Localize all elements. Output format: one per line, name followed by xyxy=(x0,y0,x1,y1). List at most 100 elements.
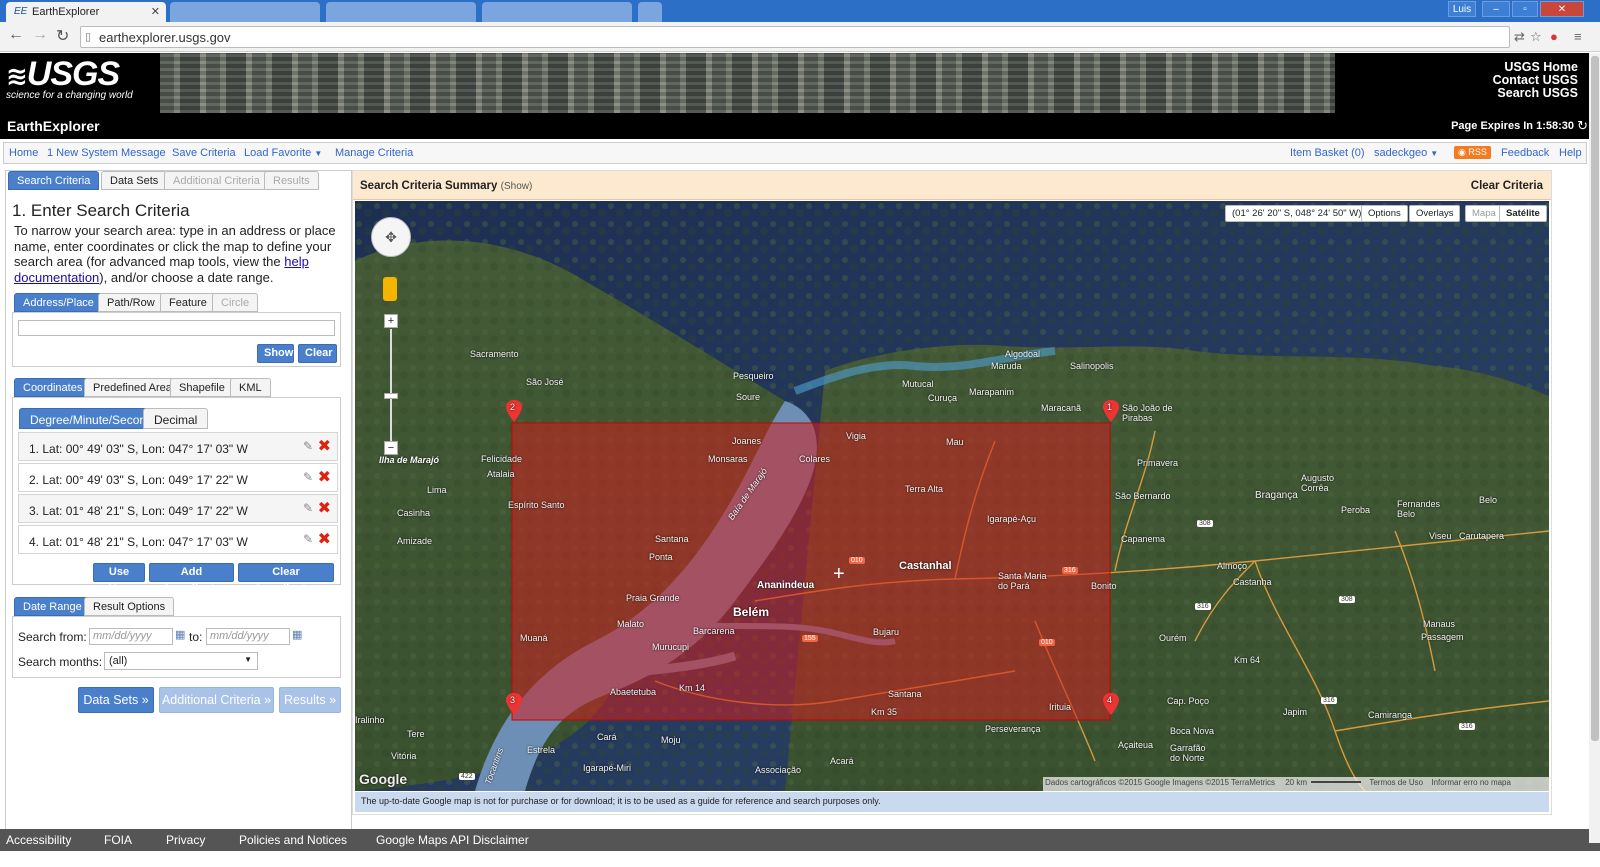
tab-date-range[interactable]: Date Range xyxy=(14,597,91,616)
browser-tab[interactable] xyxy=(326,2,476,22)
calendar-icon[interactable]: ▦ xyxy=(292,628,302,641)
close-tab-icon[interactable]: ✕ xyxy=(151,5,160,18)
zoom-out-icon[interactable]: − xyxy=(384,441,398,455)
edit-icon[interactable]: ✎ xyxy=(303,501,313,515)
bookmark-star-icon[interactable]: ☆ xyxy=(1530,29,1542,45)
tab-search-criteria[interactable]: Search Criteria xyxy=(8,171,100,190)
place-label: Barcarena xyxy=(693,626,735,636)
tab-result-options[interactable]: Result Options xyxy=(84,597,175,616)
add-coordinate-button[interactable]: Add Coordinate xyxy=(149,563,234,595)
show-button[interactable]: Show xyxy=(257,344,294,363)
delete-icon[interactable]: ✖ xyxy=(318,467,331,487)
tab-results[interactable]: Results xyxy=(264,171,319,190)
search-months-select[interactable]: (all) ▼ xyxy=(104,652,258,670)
tab-feature[interactable]: Feature xyxy=(160,293,216,312)
calendar-icon[interactable]: ▦ xyxy=(175,628,185,641)
forward-icon[interactable]: → xyxy=(32,26,48,44)
delete-icon[interactable]: ✖ xyxy=(318,498,331,518)
clear-criteria-link[interactable]: Clear Criteria xyxy=(1471,180,1543,192)
refresh-session-icon[interactable]: ↻ xyxy=(1577,118,1588,134)
tab-decimal[interactable]: Decimal xyxy=(143,408,209,429)
terms-link[interactable]: Termos de Uso xyxy=(1369,778,1423,787)
tab-additional-criteria[interactable]: Additional Criteria xyxy=(164,171,269,190)
tab-coordinates[interactable]: Coordinates xyxy=(14,378,92,397)
tab-predefined-area[interactable]: Predefined Area xyxy=(84,378,181,397)
clear-coordinates-button[interactable]: Clear Coordinates xyxy=(238,563,334,595)
nav-help[interactable]: Help xyxy=(1559,147,1582,159)
page-scrollbar-thumb[interactable] xyxy=(1591,56,1599,741)
address-bar[interactable]: ▯ earthexplorer.usgs.gov xyxy=(80,26,1510,48)
overlays-button[interactable]: Overlays xyxy=(1409,205,1461,222)
nav-home[interactable]: Home xyxy=(9,147,38,159)
footer-policies-link[interactable]: Policies and Notices xyxy=(239,833,347,847)
results-button[interactable]: Results » xyxy=(279,687,341,713)
nav-system-message[interactable]: 1 New System Message xyxy=(47,147,166,159)
tab-shapefile[interactable]: Shapefile xyxy=(170,378,234,397)
report-error-link[interactable]: Informar erro no mapa xyxy=(1431,778,1511,787)
tab-path-row[interactable]: Path/Row xyxy=(98,293,164,312)
delete-icon[interactable]: ✖ xyxy=(318,436,331,456)
app-title: EarthExplorer xyxy=(7,118,100,134)
nav-feedback[interactable]: Feedback xyxy=(1501,147,1549,159)
clear-button[interactable]: Clear xyxy=(298,344,337,363)
map-type-satelite-button[interactable]: Satélite xyxy=(1499,205,1547,222)
zoom-in-icon[interactable]: + xyxy=(384,314,398,328)
usgs-logo[interactable]: ≋USGS science for a changing world xyxy=(6,55,133,101)
nav-manage-criteria[interactable]: Manage Criteria xyxy=(335,147,413,159)
extension-icon[interactable]: ● xyxy=(1550,29,1558,44)
browser-tab[interactable] xyxy=(482,2,632,22)
tab-kml[interactable]: KML xyxy=(230,378,271,397)
zoom-slider-track[interactable] xyxy=(390,329,392,441)
google-logo[interactable]: Google xyxy=(359,771,407,787)
search-usgs-link[interactable]: Search USGS xyxy=(1493,87,1578,100)
options-button[interactable]: Options xyxy=(1361,205,1408,222)
new-tab-button[interactable] xyxy=(638,2,662,22)
tab-circle[interactable]: Circle xyxy=(212,293,259,312)
address-input[interactable] xyxy=(18,320,335,336)
data-sets-button[interactable]: Data Sets » xyxy=(78,687,154,713)
pan-control-icon[interactable]: ✥ xyxy=(371,217,411,257)
tab-address-place[interactable]: Address/Place xyxy=(14,293,103,312)
coordinate-row[interactable]: 3. Lat: 01° 48' 21" S, Lon: 049° 17' 22"… xyxy=(18,494,338,523)
map-canvas[interactable]: ✥ + − (01° 26' 20" S, 048° 24' 50" W) Op… xyxy=(355,201,1549,791)
edit-icon[interactable]: ✎ xyxy=(303,532,313,546)
menu-icon[interactable]: ≡ xyxy=(1574,29,1582,44)
nav-load-favorite[interactable]: Load Favorite ▼ xyxy=(244,147,322,159)
street-view-pegman-icon[interactable] xyxy=(383,277,397,301)
maximize-icon[interactable]: ▫ xyxy=(1512,1,1538,17)
tab-data-sets[interactable]: Data Sets xyxy=(101,171,168,190)
coordinate-row[interactable]: 2. Lat: 00° 49' 03" S, Lon: 049° 17' 22"… xyxy=(18,463,338,492)
place-label: Almoço xyxy=(1217,561,1248,571)
zoom-slider-handle[interactable] xyxy=(384,393,398,399)
delete-icon[interactable]: ✖ xyxy=(318,529,331,549)
additional-criteria-button[interactable]: Additional Criteria » xyxy=(159,687,274,713)
window-close-icon[interactable]: ✕ xyxy=(1540,1,1584,17)
footer-privacy-link[interactable]: Privacy xyxy=(166,833,205,847)
browser-tab-active[interactable]: EE EarthExplorer ✕ xyxy=(6,2,166,22)
nav-item-basket[interactable]: Item Basket (0) xyxy=(1290,147,1365,159)
place-label: Joanes xyxy=(732,436,762,446)
summary-show-link[interactable]: (Show) xyxy=(501,181,533,192)
coordinate-row[interactable]: 4. Lat: 01° 48' 21" S, Lon: 047° 17' 03"… xyxy=(18,525,338,554)
coordinate-row[interactable]: 1. Lat: 00° 49' 03" S, Lon: 047° 17' 03"… xyxy=(18,432,338,461)
use-map-button[interactable]: Use Map xyxy=(93,563,145,595)
nav-user-menu[interactable]: sadeckgeo ▼ xyxy=(1374,147,1438,159)
place-label: Abaetetuba xyxy=(610,687,657,697)
translate-icon[interactable]: ⇄ xyxy=(1514,29,1525,45)
edit-icon[interactable]: ✎ xyxy=(303,470,313,484)
footer-foia-link[interactable]: FOIA xyxy=(104,833,132,847)
rss-icon[interactable]: ◉ RSS xyxy=(1454,146,1491,159)
profile-button[interactable]: Luis xyxy=(1448,1,1476,17)
map-type-mapa-button[interactable]: Mapa xyxy=(1465,205,1503,222)
date-to-input[interactable]: mm/dd/yyyy xyxy=(206,628,290,645)
back-icon[interactable]: ← xyxy=(8,26,24,44)
nav-save-criteria[interactable]: Save Criteria xyxy=(172,147,236,159)
date-from-input[interactable]: mm/dd/yyyy xyxy=(89,628,173,645)
chevron-down-icon: ▼ xyxy=(314,149,323,158)
footer-accessibility-link[interactable]: Accessibility xyxy=(6,833,71,847)
reload-icon[interactable]: ↻ xyxy=(56,26,69,46)
footer-google-maps-disclaimer-link[interactable]: Google Maps API Disclaimer xyxy=(376,833,529,847)
edit-icon[interactable]: ✎ xyxy=(303,439,313,453)
browser-tab[interactable] xyxy=(170,2,320,22)
minimize-icon[interactable]: – xyxy=(1482,1,1510,17)
